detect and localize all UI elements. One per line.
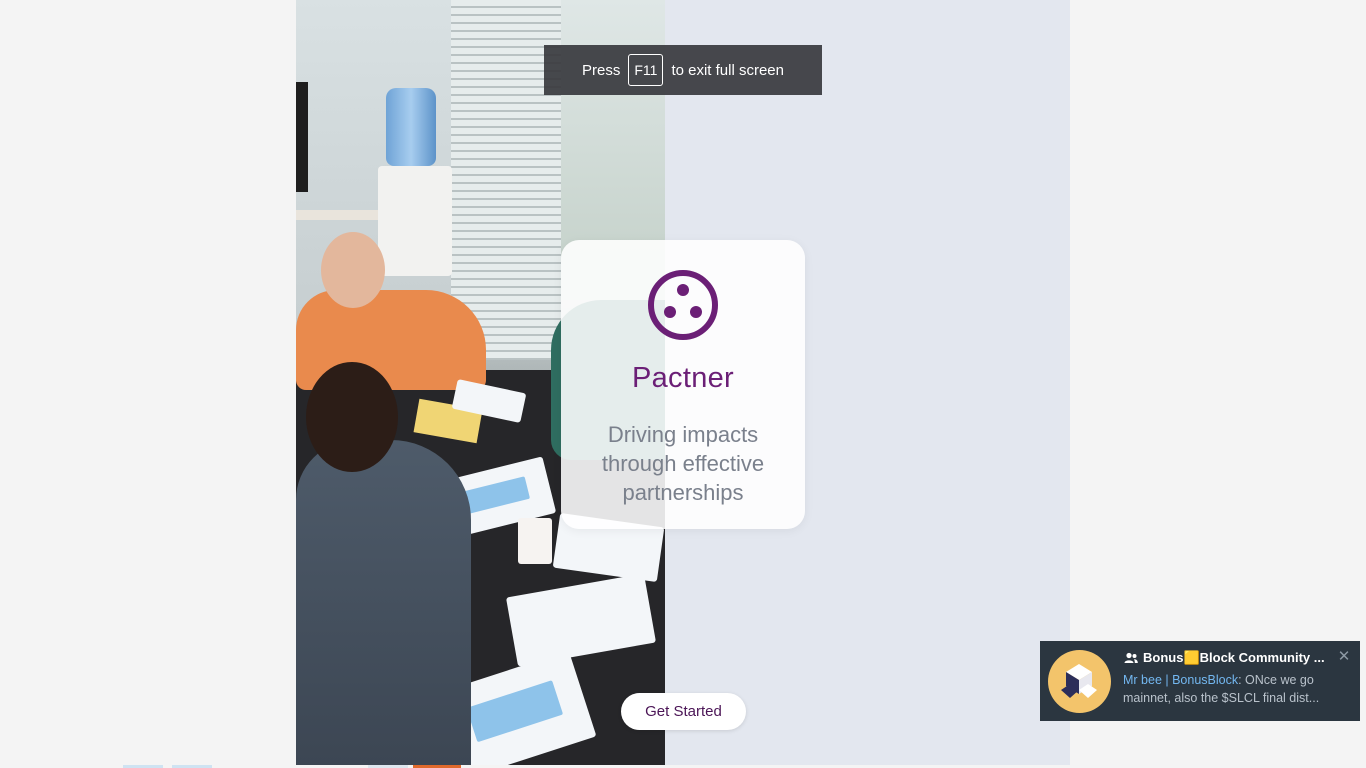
photo-person-left-head [321, 232, 385, 308]
notification-sender: Mr bee | BonusBlock [1123, 673, 1239, 687]
toast-prefix: Press [582, 61, 621, 79]
brand-card: Pactner Driving impacts through effectiv… [561, 240, 805, 529]
three-dots-circle-icon [648, 270, 718, 340]
screen: Press F11 to exit full screen Pactner Dr… [0, 0, 1366, 768]
photo-person-front [296, 440, 471, 768]
brand-name: Pactner [631, 362, 735, 394]
brand-tagline: Driving impacts through effective partne… [601, 422, 765, 505]
group-icon [1124, 652, 1138, 663]
f11-key-badge: F11 [628, 54, 664, 86]
chat-notification[interactable]: Bonus🟨Block Community ... ✕ Mr bee | Bon… [1040, 641, 1360, 721]
close-icon[interactable]: ✕ [1337, 649, 1351, 665]
photo-water-jug [386, 88, 436, 166]
photo-person-front-head [306, 362, 398, 472]
photo-pencil-cup [518, 518, 552, 564]
photo-monitor [296, 82, 308, 192]
notification-title-row: Bonus🟨Block Community ... [1124, 649, 1334, 667]
notification-message: Mr bee | BonusBlock: ONce we go mainnet,… [1123, 671, 1345, 707]
photo-water-cooler [378, 166, 452, 276]
get-started-button[interactable]: Get Started [621, 693, 746, 730]
group-avatar [1048, 650, 1111, 713]
notification-title: Bonus🟨Block Community ... [1143, 650, 1325, 665]
toast-suffix: to exit full screen [671, 61, 784, 79]
bonusblock-logo-icon [1061, 664, 1097, 698]
fullscreen-exit-toast: Press F11 to exit full screen [544, 45, 822, 95]
